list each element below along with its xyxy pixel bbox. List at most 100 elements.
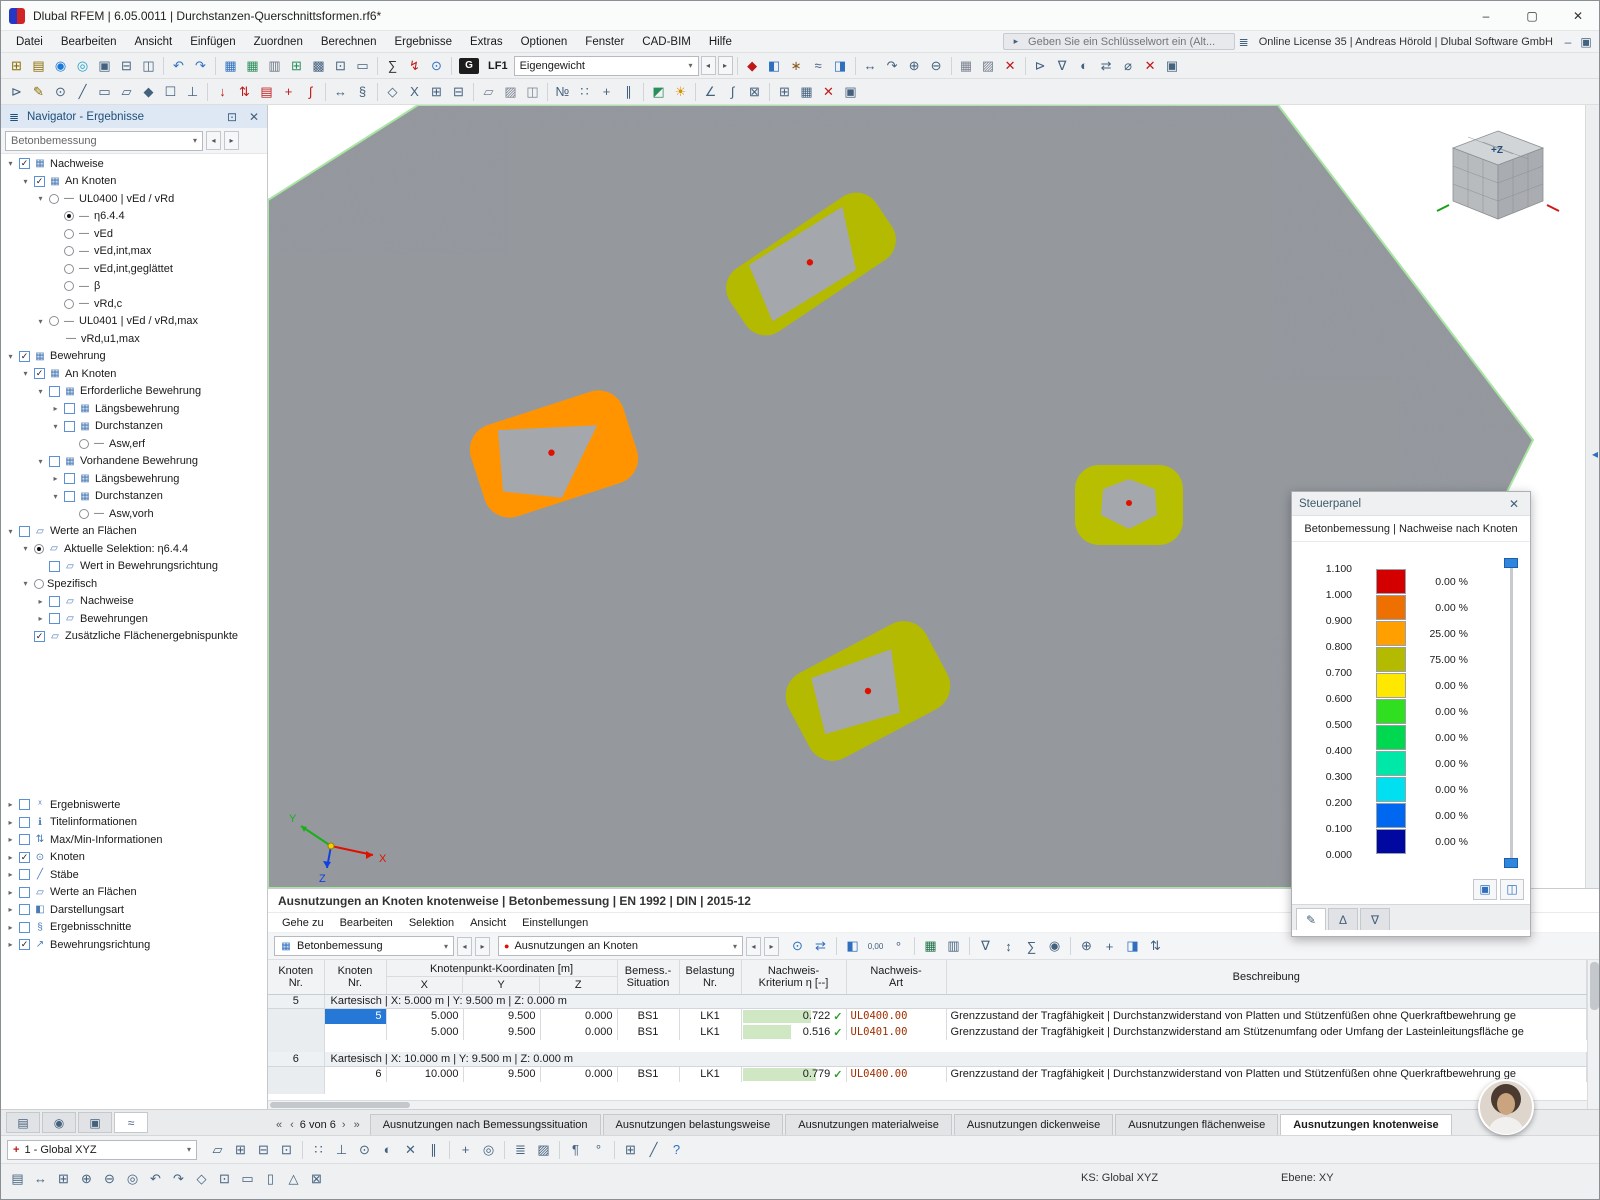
chevron-down-icon[interactable]: ▾ — [35, 194, 46, 203]
view-iso-icon[interactable]: ◇ — [382, 81, 403, 102]
checkbox[interactable]: ✓ — [19, 158, 30, 169]
column-header-nachweis-art[interactable]: Nachweis-Art — [846, 960, 946, 994]
tree-item[interactable]: ▱Wert in Bewehrungsrichtung — [1, 558, 268, 576]
table-row[interactable]: 5.0009.5000.000BS1LK10.516✓UL0401.00Gren… — [268, 1024, 1587, 1040]
imperfection-icon[interactable]: ∫ — [300, 81, 321, 102]
table-row[interactable]: 610.0009.5000.000BS1LK10.779✓UL0400.00Gr… — [268, 1066, 1587, 1082]
comment-icon[interactable]: ¶ — [565, 1139, 586, 1160]
results-table[interactable]: KnotenNr. KnotenNr. Knotenpunkt-Koordina… — [268, 960, 1587, 1094]
minimize-button[interactable]: – — [1463, 1, 1509, 30]
tree-item[interactable]: ▾▦Vorhandene Bewehrung — [1, 453, 268, 471]
steuerpanel-titlebar[interactable]: Steuerpanel ✕ — [1292, 492, 1530, 516]
support-tool-icon[interactable]: ⊥ — [182, 81, 203, 102]
tree-item[interactable]: ▾▱Werte an Flächen — [1, 523, 268, 541]
column-header-bemessungssituation[interactable]: Bemess.-Situation — [617, 960, 679, 994]
tree-item[interactable]: ▾▱Aktuelle Selektion: η6.4.4 — [1, 540, 268, 558]
scale-color-band[interactable] — [1376, 569, 1406, 594]
checkbox[interactable]: ✓ — [19, 351, 30, 362]
export-icon[interactable]: ◫ — [138, 55, 159, 76]
support-avatar[interactable] — [1478, 1079, 1534, 1135]
radio-button[interactable] — [34, 579, 44, 589]
chevron-right-icon[interactable]: ▸ — [35, 614, 46, 623]
redo-icon[interactable]: ↷ — [190, 55, 211, 76]
chevron-down-icon[interactable]: ▾ — [20, 544, 31, 553]
menu-item-einstellungen[interactable]: Einstellungen — [514, 915, 596, 931]
checkbox[interactable] — [19, 922, 30, 933]
show-in-graphic-icon[interactable]: ◧ — [842, 936, 863, 957]
background-icon[interactable]: ▨ — [533, 1139, 554, 1160]
results-type-combo[interactable]: Betonbemessung ▾ — [5, 131, 203, 151]
units-status-icon[interactable]: ° — [588, 1139, 609, 1160]
menu-item-hilfe[interactable]: Hilfe — [700, 33, 741, 51]
zoom-out-icon[interactable]: ⊖ — [926, 55, 947, 76]
edit-scale-icon[interactable]: ◫ — [1500, 879, 1524, 900]
goto-node-icon[interactable]: ⊙ — [787, 936, 808, 957]
radio-button[interactable] — [79, 509, 89, 519]
smooth-results-icon[interactable]: ≈ — [808, 55, 829, 76]
tree-item[interactable]: ▸⇅Max/Min-Informationen — [1, 831, 268, 849]
search-input[interactable] — [1028, 36, 1230, 48]
checkbox[interactable] — [19, 799, 30, 810]
radio-button[interactable] — [34, 544, 44, 554]
print-table-icon[interactable]: ▥ — [943, 936, 964, 957]
prev-sheet-button[interactable]: ◂ — [746, 937, 761, 956]
results-tab-icon[interactable]: ≈ — [114, 1112, 148, 1133]
tree-item[interactable]: ▾✓▦An Knoten — [1, 173, 268, 191]
menu-item-extras[interactable]: Extras — [461, 33, 512, 51]
scale-slider[interactable] — [1505, 558, 1517, 868]
tree-item[interactable]: ▸▱Werte an Flächen — [1, 884, 268, 902]
view-xy-icon[interactable]: ⊞ — [426, 81, 447, 102]
chevron-right-icon[interactable]: ▸ — [5, 870, 16, 879]
checkbox[interactable]: ✓ — [34, 368, 45, 379]
next-page-button[interactable]: › — [340, 1119, 348, 1131]
checkbox[interactable] — [49, 386, 60, 397]
chevron-down-icon[interactable]: ▾ — [50, 422, 61, 431]
plane-xy-icon[interactable]: ⊞ — [230, 1139, 251, 1160]
chevron-down-icon[interactable]: ▾ — [20, 579, 31, 588]
menu-item-bearbeiten[interactable]: Bearbeiten — [52, 33, 126, 51]
radio-button[interactable] — [64, 211, 74, 221]
column-header-x[interactable]: X — [387, 977, 464, 993]
chevron-down-icon[interactable]: ▾ — [20, 177, 31, 186]
copy-icon[interactable]: ⊞ — [774, 81, 795, 102]
loads-icon[interactable]: ↯ — [404, 55, 425, 76]
tree-item[interactable]: ▾—UL0400 | vEd / vRd — [1, 190, 268, 208]
table-row[interactable]: 5Kartesisch | X: 5.000 m | Y: 9.500 m | … — [268, 994, 1587, 1008]
dimension-icon[interactable]: ↔ — [330, 81, 351, 102]
views-tab-icon[interactable]: ▣ — [78, 1112, 112, 1133]
table-export-icon[interactable]: ⊞ — [286, 55, 307, 76]
print-icon[interactable]: ⊟ — [116, 55, 137, 76]
zoom-in-icon[interactable]: ⊕ — [76, 1168, 97, 1189]
scale-color-band[interactable] — [1376, 725, 1406, 750]
layers-icon[interactable]: ≣ — [510, 1139, 531, 1160]
tree-item[interactable]: ▾✓▦Bewehrung — [1, 348, 268, 366]
prev-results-button[interactable]: ◂ — [206, 131, 221, 150]
full-screen-icon[interactable]: ⊠ — [306, 1168, 327, 1189]
sync-selection-icon[interactable]: ⇄ — [810, 936, 831, 957]
float-panel-icon[interactable]: ⊡ — [223, 108, 241, 126]
menu-item-optionen[interactable]: Optionen — [512, 33, 577, 51]
array-icon[interactable]: ▦ — [796, 81, 817, 102]
navigation-cube[interactable]: +Z — [1437, 131, 1559, 219]
guide-lock-icon[interactable]: ∥ — [423, 1139, 444, 1160]
sun-icon[interactable]: ☀ — [670, 81, 691, 102]
radio-button[interactable] — [64, 246, 74, 256]
ribbon-icon[interactable]: ≣ — [1235, 33, 1253, 51]
menu-item-ansicht[interactable]: Ansicht — [125, 33, 181, 51]
tree-item[interactable]: ▸◧Darstellungsart — [1, 901, 268, 919]
checkbox[interactable] — [19, 526, 30, 537]
radio-button[interactable] — [49, 316, 59, 326]
checkbox[interactable] — [19, 834, 30, 845]
chevron-down-icon[interactable]: ▾ — [5, 159, 16, 168]
prev-view-icon[interactable]: ↶ — [145, 1168, 166, 1189]
surface-tool-icon[interactable]: ▱ — [116, 81, 137, 102]
tables-icon[interactable]: ▦ — [220, 55, 241, 76]
view-x-icon[interactable]: X — [404, 81, 425, 102]
menu-item-selektion[interactable]: Selektion — [401, 915, 462, 931]
chevron-right-icon[interactable]: ▸ — [50, 404, 61, 413]
checkbox[interactable] — [19, 904, 30, 915]
filter-tab-icon[interactable]: ∇ — [1360, 908, 1390, 930]
collapse-ribbon-icon[interactable]: – — [1559, 33, 1577, 51]
tree-item[interactable]: —β — [1, 278, 268, 296]
column-header-knoten-group[interactable]: KnotenNr. — [268, 960, 324, 994]
